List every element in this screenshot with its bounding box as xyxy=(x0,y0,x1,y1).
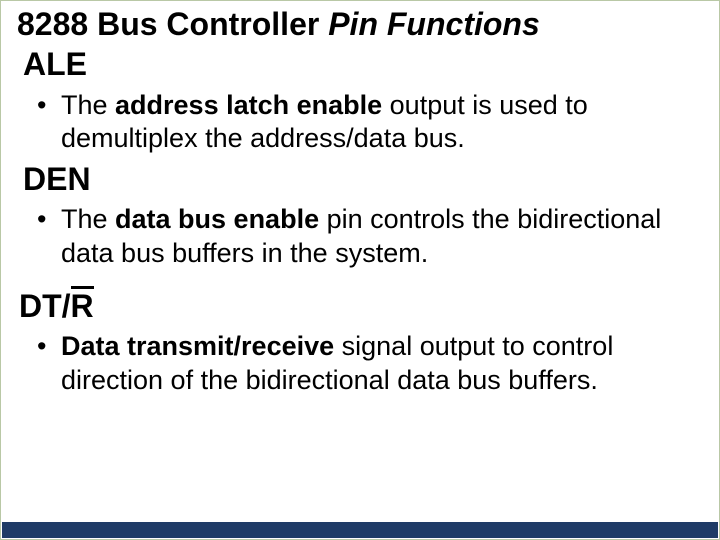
title-part2: Pin Functions xyxy=(328,6,540,42)
title-part1: 8288 Bus Controller xyxy=(17,6,328,42)
bullet-list-dtr: Data transmit/receive signal output to c… xyxy=(37,330,703,398)
bullet-list-den: The data bus enable pin controls the bid… xyxy=(37,203,703,271)
dtr-text-bold: Data transmit/receive xyxy=(61,331,334,361)
ale-text-pre: The xyxy=(61,90,115,120)
bullet-item-ale: The address latch enable output is used … xyxy=(37,89,703,157)
bullet-item-den: The data bus enable pin controls the bid… xyxy=(37,203,703,271)
bullet-list-ale: The address latch enable output is used … xyxy=(37,89,703,157)
signal-heading-ale: ALE xyxy=(23,47,703,82)
footer-band xyxy=(2,522,718,538)
signal-den-label: DEN xyxy=(23,161,91,197)
signal-ale-label: ALE xyxy=(23,46,87,82)
signal-dtr-overbar: R xyxy=(71,289,94,324)
slide-title: 8288 Bus Controller Pin Functions xyxy=(17,5,703,43)
den-text-pre: The xyxy=(61,204,115,234)
signal-heading-dtr: DT/R xyxy=(19,289,703,324)
ale-text-bold: address latch enable xyxy=(115,90,382,120)
den-text-bold: data bus enable xyxy=(115,204,319,234)
bullet-item-dtr: Data transmit/receive signal output to c… xyxy=(37,330,703,398)
signal-dtr-prefix: DT/ xyxy=(19,288,71,324)
signal-heading-den: DEN xyxy=(23,162,703,197)
slide: 8288 Bus Controller Pin Functions ALE Th… xyxy=(0,0,720,540)
